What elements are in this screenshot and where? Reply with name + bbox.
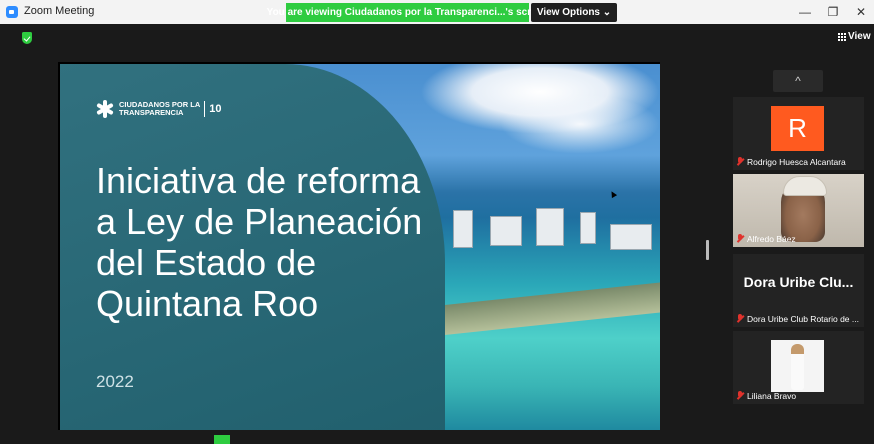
splitter-handle[interactable]	[706, 240, 709, 260]
hotel-building	[610, 224, 652, 250]
view-options-button[interactable]: View Options ⌄	[531, 3, 617, 22]
mic-muted-icon	[736, 314, 744, 323]
minimize-button[interactable]: —	[794, 3, 816, 21]
participant-tile[interactable]: R Rodrigo Huesca Alcantara	[733, 97, 864, 170]
hotel-building	[536, 208, 564, 246]
mic-muted-icon	[736, 391, 744, 400]
participant-video	[771, 340, 824, 392]
zoom-app-icon	[6, 6, 18, 18]
participant-name: Alfredo Báez	[736, 234, 796, 244]
logo-badge: 10	[209, 103, 222, 115]
participant-name: Liliana Bravo	[736, 391, 796, 401]
title-bar: Zoom Meeting You are viewing Ciudadanos …	[0, 0, 874, 24]
window-title: Zoom Meeting	[24, 5, 95, 17]
grid-view-icon[interactable]	[838, 33, 846, 41]
logo-text: CIUDADANOS POR LA TRANSPARENCIA	[119, 101, 200, 117]
slide-title: Iniciativa de reforma a Ley de Planeació…	[96, 160, 423, 324]
restore-button[interactable]: ❐	[822, 3, 844, 21]
close-button[interactable]: ✕	[850, 3, 872, 21]
participant-tile[interactable]: Alfredo Báez	[733, 174, 864, 247]
security-shield-icon[interactable]	[22, 32, 32, 44]
participant-tile[interactable]: Dora Uribe Clu... Dora Uribe Club Rotari…	[733, 254, 864, 327]
participant-name-text: Dora Uribe Club Rotario de ...	[747, 314, 859, 324]
screen-share-banner: You are viewing Ciudadanos por la Transp…	[267, 3, 548, 22]
hotel-building	[490, 216, 522, 246]
participant-name-text: Alfredo Báez	[747, 234, 796, 244]
logo-divider	[204, 101, 206, 117]
participant-name: Rodrigo Huesca Alcantara	[736, 157, 846, 167]
gallery-scroll-up-button[interactable]: ^	[773, 70, 823, 92]
coastline	[440, 282, 660, 336]
logo-line2: TRANSPARENCIA	[119, 108, 184, 117]
participant-display-name: Dora Uribe Clu...	[743, 274, 854, 290]
participant-figure	[791, 344, 804, 390]
organization-logo: CIUDADANOS POR LA TRANSPARENCIA 10	[96, 100, 222, 118]
participant-name-text: Liliana Bravo	[747, 391, 797, 401]
mic-muted-icon	[736, 234, 744, 243]
avatar: R	[771, 106, 824, 151]
participant-name: Dora Uribe Club Rotario de ...	[736, 314, 859, 324]
hotel-building	[580, 212, 596, 244]
hotel-building	[453, 210, 473, 248]
participant-name-text: Rodrigo Huesca Alcantara	[747, 157, 846, 167]
shared-slide: CIUDADANOS POR LA TRANSPARENCIA 10 Inici…	[60, 64, 660, 430]
cloud	[500, 94, 660, 154]
participant-tile[interactable]: Liliana Bravo	[733, 331, 864, 404]
slide-year: 2022	[96, 372, 134, 391]
snowflake-logo-icon	[96, 100, 114, 118]
view-button[interactable]: View	[848, 31, 871, 42]
mic-muted-icon	[736, 157, 744, 166]
participant-cap	[783, 176, 827, 196]
status-indicator	[214, 435, 230, 444]
